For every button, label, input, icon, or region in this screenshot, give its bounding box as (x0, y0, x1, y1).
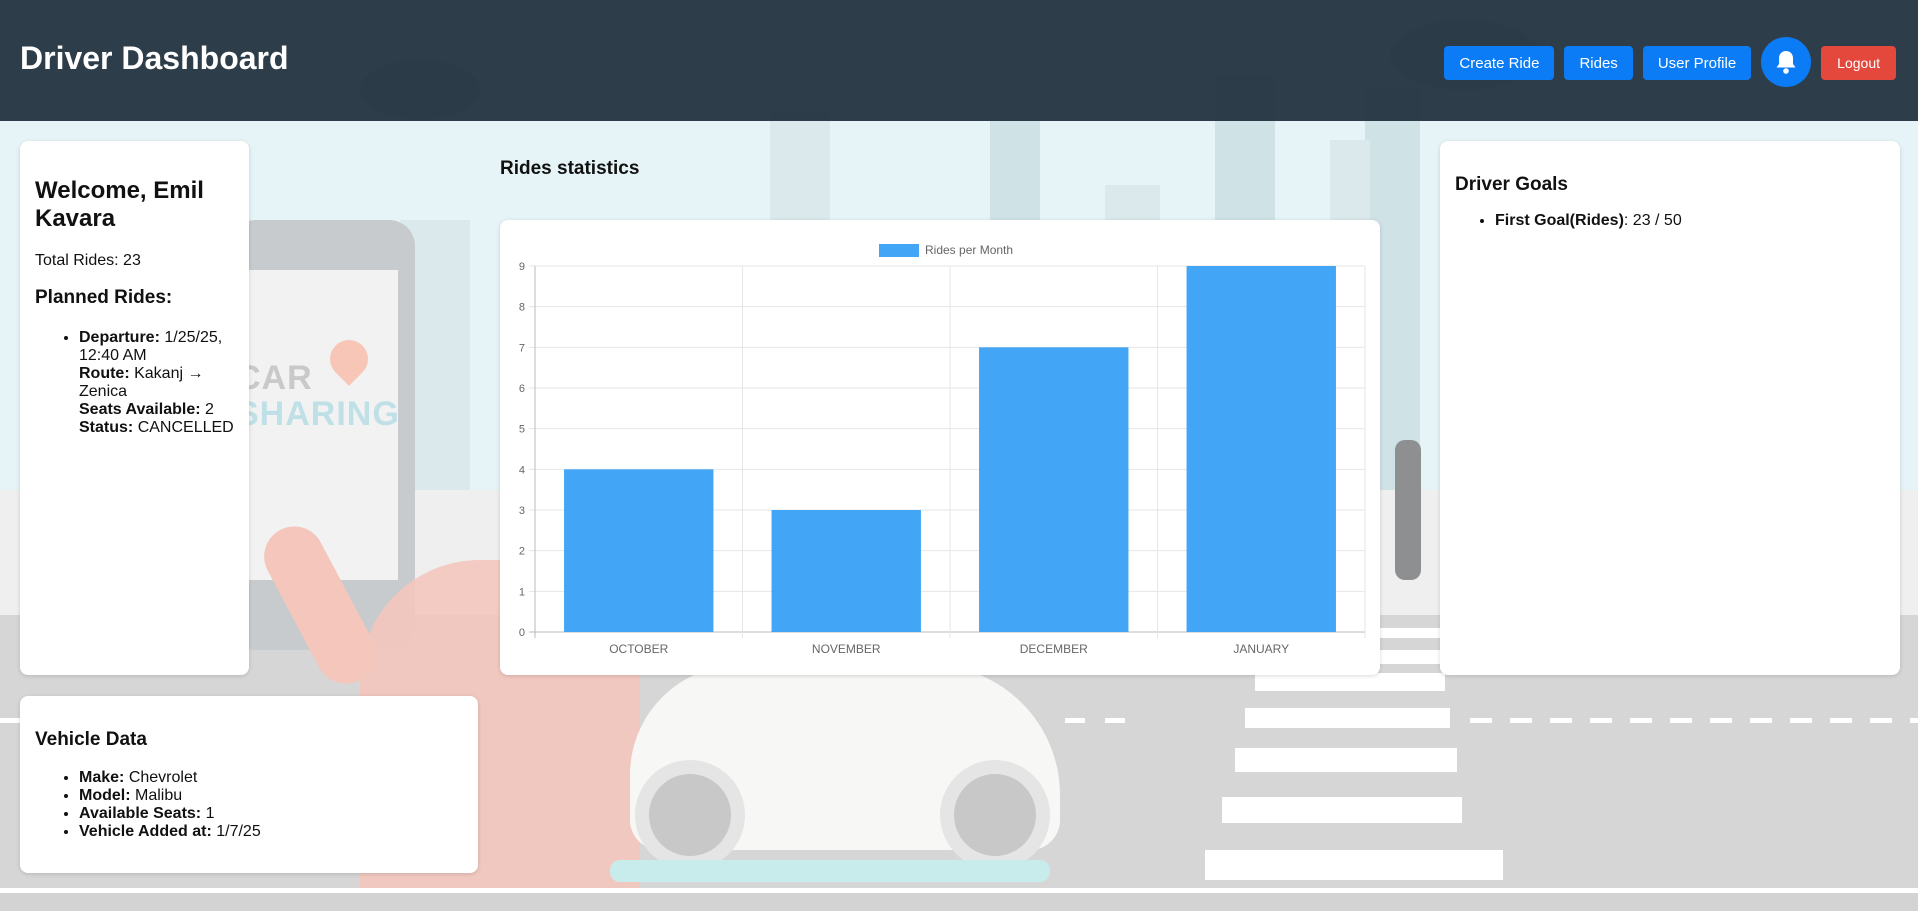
top-header: Driver Dashboard Create Ride Rides User … (0, 0, 1918, 121)
total-rides: Total Rides: 23 (35, 252, 141, 269)
crosswalk-stripe (1235, 748, 1457, 772)
model-label: Model: (79, 787, 131, 804)
available-seats-value: 1 (205, 805, 215, 822)
goal-item: First Goal(Rides): 23 / 50 (1495, 212, 1900, 230)
goals-list: First Goal(Rides): 23 / 50 (1440, 212, 1900, 230)
x-tick-label: NOVEMBER (812, 642, 881, 656)
departure-label: Departure: (79, 329, 160, 346)
y-tick-label: 6 (519, 383, 525, 395)
car-shadow (610, 860, 1050, 882)
y-tick-label: 8 (519, 302, 525, 314)
rides-statistics-title: Rides statistics (500, 158, 640, 179)
route-label: Route: (79, 365, 130, 382)
vehicle-make: Make: Chevrolet (79, 769, 478, 787)
y-tick-label: 9 (519, 261, 525, 273)
vehicle-seats: Available Seats: 1 (79, 805, 478, 823)
planned-rides-heading: Planned Rides: (35, 287, 173, 308)
notifications-button[interactable] (1761, 37, 1812, 87)
y-tick-label: 3 (519, 505, 525, 517)
crosswalk-stripe (1205, 850, 1503, 880)
vehicle-added: Vehicle Added at: 1/7/25 (79, 823, 478, 841)
make-value: Chevrolet (128, 769, 198, 786)
car-wheel (940, 760, 1050, 870)
driver-goals-card: Driver Goals First Goal(Rides): 23 / 50 (1440, 141, 1900, 675)
legend-label: Rides per Month (925, 243, 1013, 257)
x-tick-label: OCTOBER (609, 642, 668, 656)
vehicle-added-label: Vehicle Added at: (79, 823, 212, 840)
welcome-card: Welcome, Emil Kavara Total Rides: 23 Pla… (20, 141, 249, 675)
chart-bar (1186, 266, 1336, 632)
chart-bar (979, 347, 1129, 632)
seats-available-value: 2 (205, 401, 214, 418)
chart-bar (771, 510, 921, 632)
rides-bar-chart: 0 1 2 3 4 5 6 7 8 9 OCTOBER NOVEMBER DECEMBER JANUARY… (519, 243, 1366, 656)
status-value: CANCELLED (137, 419, 234, 436)
y-tick-label: 5 (519, 424, 525, 436)
planned-rides-list: Departure: 1/25/25, 12:40 AM Route: Kaka… (20, 329, 254, 437)
pedestrian-illustration (1395, 440, 1421, 580)
planned-ride-item: Departure: 1/25/25, 12:40 AM Route: Kaka… (79, 329, 254, 437)
crosswalk-stripe (1255, 673, 1445, 691)
road-lane-mark (1065, 718, 1085, 723)
y-tick-label: 1 (519, 586, 525, 598)
road-lane-mark (1105, 718, 1125, 723)
welcome-heading: Welcome, Emil Kavara (35, 177, 204, 232)
chart-bar (564, 469, 714, 632)
rides-button[interactable]: Rides (1564, 46, 1633, 80)
page-title: Driver Dashboard (20, 40, 289, 76)
crosswalk-stripe (1245, 708, 1450, 728)
header-nav: Create Ride Rides User Profile Logout (1444, 37, 1896, 87)
y-tick-label: 0 (519, 627, 525, 639)
seats-available-label: Seats Available: (79, 401, 201, 418)
driver-goals-heading: Driver Goals (1455, 174, 1568, 195)
vehicle-heading: Vehicle Data (35, 729, 147, 750)
vehicle-data-card: Vehicle Data Make: Chevrolet Model: Mali… (20, 696, 478, 873)
status-label: Status: (79, 419, 134, 436)
y-tick-label: 2 (519, 546, 525, 558)
available-seats-label: Available Seats: (79, 805, 202, 822)
vehicle-data-list: Make: Chevrolet Model: Malibu Available … (20, 769, 478, 841)
road-lane-mark (1470, 718, 1918, 723)
goal-label: First Goal(Rides) (1495, 212, 1624, 229)
create-ride-button[interactable]: Create Ride (1444, 46, 1555, 80)
car-wheel (635, 760, 745, 870)
car-sharing-logo: CAR SHARING (236, 359, 400, 433)
goal-value: : 23 / 50 (1623, 212, 1682, 229)
background-curb (0, 888, 1918, 911)
logout-button[interactable]: Logout (1821, 46, 1896, 80)
legend-swatch (879, 244, 919, 257)
y-tick-label: 4 (519, 464, 525, 476)
x-tick-label: DECEMBER (1020, 642, 1088, 656)
vehicle-model: Model: Malibu (79, 787, 478, 805)
user-profile-button[interactable]: User Profile (1642, 46, 1752, 80)
crosswalk-stripe (1222, 797, 1462, 823)
vehicle-added-value: 1/7/25 (216, 823, 261, 840)
bell-icon (1776, 51, 1796, 74)
rides-chart-card: 0 1 2 3 4 5 6 7 8 9 OCTOBER NOVEMBER DECEMBER JANUARY… (500, 220, 1380, 675)
y-tick-label: 7 (519, 342, 525, 354)
model-value: Malibu (135, 787, 183, 804)
make-label: Make: (79, 769, 125, 786)
x-tick-label: JANUARY (1233, 642, 1289, 656)
